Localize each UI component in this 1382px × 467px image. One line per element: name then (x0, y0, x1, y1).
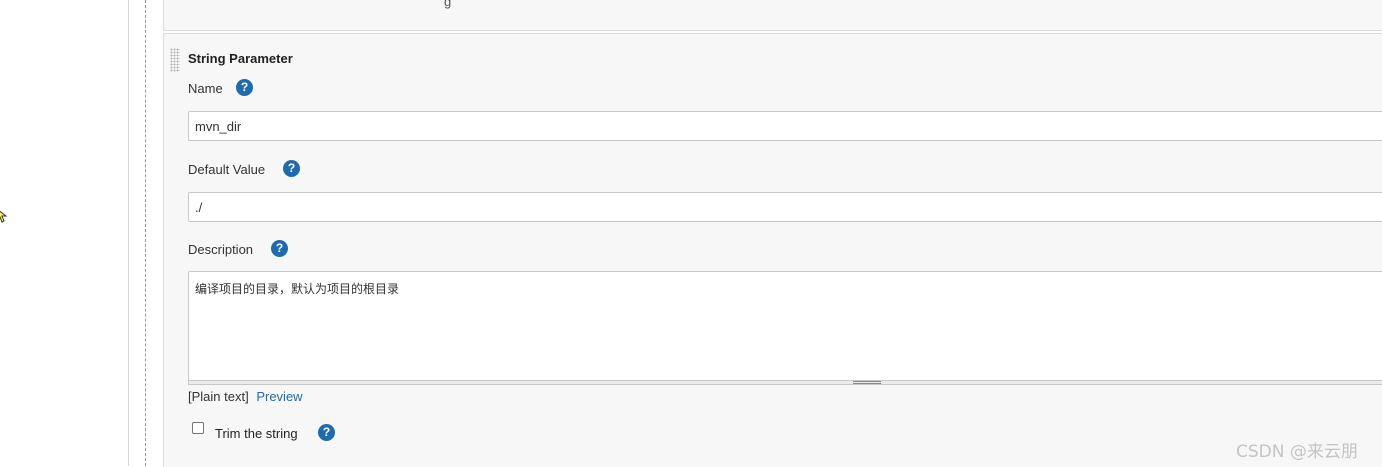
help-icon[interactable]: ? (283, 160, 300, 177)
help-icon[interactable]: ? (318, 424, 335, 441)
help-icon[interactable]: ? (271, 240, 288, 257)
cursor-icon (0, 208, 8, 227)
previous-parameter-fragment: g (444, 0, 452, 9)
default-value-field[interactable] (188, 192, 1382, 222)
trim-checkbox[interactable] (192, 422, 204, 434)
name-label: Name (188, 81, 223, 96)
description-textarea[interactable]: 编译项目的目录，默认为项目的根目录 (188, 271, 1382, 381)
left-panel-border (128, 0, 129, 466)
string-parameter-panel: String Parameter Name ? Default Value ? … (163, 33, 1382, 467)
help-icon[interactable]: ? (236, 79, 253, 96)
name-field[interactable] (188, 111, 1382, 141)
section-title: String Parameter (188, 51, 293, 66)
watermark: CSDN @来云朋 (1236, 442, 1358, 462)
trim-label: Trim the string (215, 426, 298, 441)
drag-handle-icon[interactable] (170, 48, 180, 72)
previous-parameter-block: g (163, 0, 1382, 31)
tree-dashed-line (145, 0, 146, 466)
default-value-label: Default Value (188, 162, 266, 177)
plain-text-label: [Plain text] (188, 389, 249, 404)
resize-grip-icon (853, 381, 881, 384)
description-label: Description (188, 242, 254, 257)
preview-link[interactable]: Preview (256, 389, 302, 404)
textarea-resize-handle[interactable] (188, 380, 1382, 385)
format-row: [Plain text] Preview (188, 389, 303, 404)
